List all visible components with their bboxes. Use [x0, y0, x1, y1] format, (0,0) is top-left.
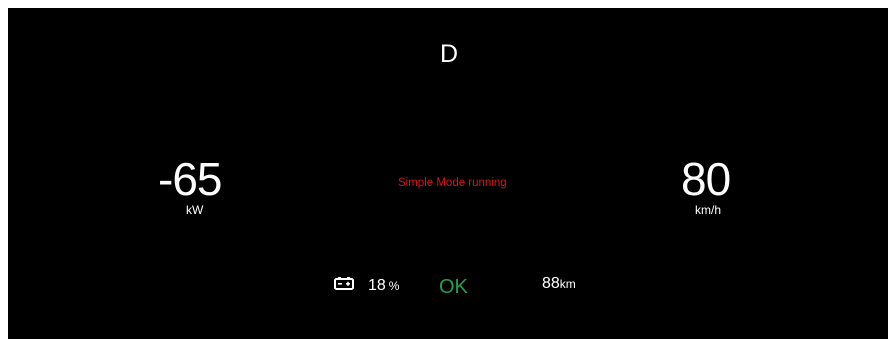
range: 88km	[542, 276, 576, 292]
cluster-display: D -65 kW Simple Mode running 80 km/h 18%…	[8, 8, 888, 339]
speed-unit: km/h	[695, 203, 722, 217]
power-unit: kW	[186, 203, 204, 217]
power-value: -65	[158, 153, 222, 205]
battery-percent-value: 18	[368, 277, 386, 294]
gear-indicator: D	[440, 40, 459, 68]
mode-status: Simple Mode running	[398, 177, 507, 189]
range-unit: km	[559, 277, 576, 291]
speed-value: 80	[681, 153, 731, 205]
status-ok: OK	[439, 276, 468, 298]
battery-icon	[334, 277, 354, 290]
range-value: 88	[542, 275, 560, 292]
battery-percent-unit: %	[388, 279, 400, 293]
battery-percent: 18%	[368, 278, 399, 294]
